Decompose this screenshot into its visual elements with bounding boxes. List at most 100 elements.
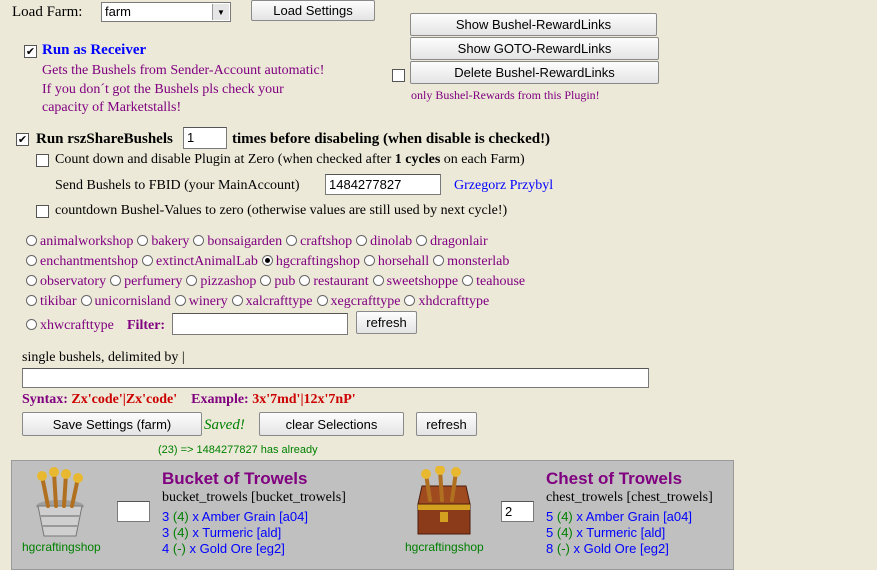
item-2-reward-3: 8 (-) x Gold Ore [eg2] — [546, 541, 669, 556]
load-farm-label: Load Farm: — [12, 4, 83, 20]
item-1-code: bucket_trowels [bucket_trowels] — [162, 490, 346, 505]
shop-radio-animalworkshop[interactable]: animalworkshop — [26, 234, 133, 249]
shop-radio-pub[interactable]: pub — [260, 274, 295, 289]
filter-refresh-button[interactable]: refresh — [356, 311, 417, 334]
chevron-down-icon: ▼ — [212, 4, 229, 20]
farm-select[interactable]: farm ▼ — [101, 2, 231, 22]
radio-button-icon[interactable] — [174, 295, 186, 306]
shop-radio-dragonlair[interactable]: dragonlair — [416, 234, 488, 249]
item-2-qty-input[interactable]: 2 — [501, 501, 534, 522]
radio-button-icon[interactable] — [193, 235, 205, 246]
shop-radio-monsterlab[interactable]: monsterlab — [433, 254, 509, 269]
times-input[interactable]: 1 — [183, 127, 227, 149]
shop-radio-row: enchantmentshop extinctAnimalLab hgcraftin… — [26, 254, 513, 270]
radio-button-icon[interactable] — [261, 255, 273, 266]
radio-button-icon[interactable] — [316, 295, 328, 306]
shop-radio-label: dragonlair — [430, 234, 488, 249]
shop-radio-label: dinolab — [370, 234, 413, 249]
shop-radio-bonsaigarden[interactable]: bonsaigarden — [193, 234, 282, 249]
shop-radio-label: xalcrafttype — [245, 294, 313, 309]
shop-radio-winery[interactable]: winery — [174, 294, 228, 309]
saved-status: Saved! — [204, 417, 245, 433]
save-settings-button[interactable]: Save Settings (farm) — [22, 412, 202, 436]
radio-button-icon[interactable] — [26, 319, 37, 330]
radio-button-icon[interactable] — [231, 295, 243, 306]
clear-selections-button[interactable]: clear Selections — [259, 412, 404, 436]
radio-button-icon[interactable] — [137, 235, 149, 246]
radio-button-icon[interactable] — [462, 275, 474, 286]
shop-radio-extinctanimallab[interactable]: extinctAnimalLab — [141, 254, 258, 269]
shop-radio-xegcrafttype[interactable]: xegcrafttype — [316, 294, 400, 309]
shop-radio-unicornisland[interactable]: unicornisland — [80, 294, 171, 309]
shop-radio-tikibar[interactable]: tikibar — [26, 294, 77, 309]
radio-button-icon[interactable] — [416, 235, 428, 246]
countdown-disable-checkbox[interactable] — [36, 154, 49, 167]
item-2-reward-1: 5 (4) x Amber Grain [a04] — [546, 509, 692, 524]
farm-select-value: farm — [105, 4, 131, 19]
receiver-desc-1: Gets the Bushels from Sender-Account aut… — [42, 63, 325, 78]
shop-radio-bakery[interactable]: bakery — [137, 234, 189, 249]
shop-radio-label: sweetshoppe — [386, 274, 459, 289]
radio-button-icon[interactable] — [141, 255, 153, 266]
radio-button-icon[interactable] — [299, 275, 311, 286]
refresh-button[interactable]: refresh — [416, 412, 477, 436]
shop-radio-pizzashop[interactable]: pizzashop — [186, 274, 256, 289]
radio-button-icon[interactable] — [286, 235, 298, 246]
radio-button-icon[interactable] — [26, 255, 37, 266]
item-2-title: Chest of Trowels — [546, 469, 683, 488]
show-bushel-rewardlinks-button[interactable]: Show Bushel-RewardLinks — [410, 13, 657, 36]
user-name-link[interactable]: Grzegorz Przybyl — [454, 178, 553, 194]
filter-input[interactable] — [172, 313, 348, 335]
run-as-receiver-checkbox[interactable]: ✔ — [24, 45, 37, 58]
radio-button-icon[interactable] — [363, 255, 375, 266]
shop-radio-sweetshoppe[interactable]: sweetshoppe — [372, 274, 459, 289]
item-1-reward-2: 3 (4) x Turmeric [ald] — [162, 525, 282, 540]
radio-button-icon[interactable] — [186, 275, 198, 286]
shop-radio-xalcrafttype[interactable]: xalcrafttype — [231, 294, 313, 309]
radio-button-icon[interactable] — [26, 275, 37, 286]
shop-radio-xhdcrafttype[interactable]: xhdcrafttype — [404, 294, 489, 309]
radio-button-icon[interactable] — [433, 255, 445, 266]
radio-button-icon[interactable] — [260, 275, 272, 286]
item-2-reward-2: 5 (4) x Turmeric [ald] — [546, 525, 666, 540]
run-share-bushels-checkbox[interactable]: ✔ — [16, 133, 29, 146]
shop-radio-label: monsterlab — [447, 254, 510, 269]
radio-button-icon[interactable] — [356, 235, 368, 246]
receiver-desc-3: capacity of Marketstalls! — [42, 100, 182, 115]
item-1-shop: hgcraftingshop — [22, 540, 101, 554]
send-bushels-label: Send Bushels to FBID (your MainAccount) — [55, 178, 300, 193]
shop-radio-perfumery[interactable]: perfumery — [110, 274, 182, 289]
show-goto-rewardlinks-button[interactable]: Show GOTO-RewardLinks — [410, 37, 659, 60]
load-settings-button[interactable]: Load Settings — [251, 0, 375, 21]
radio-button-icon[interactable] — [404, 295, 416, 306]
item-2-shop: hgcraftingshop — [405, 540, 484, 554]
shop-radio-hgcraftingshop[interactable]: hgcraftingshop — [261, 254, 360, 269]
countdown-values-checkbox[interactable] — [36, 205, 49, 218]
shop-radio-label: hgcraftingshop — [275, 254, 360, 269]
delete-rewardlinks-checkbox[interactable] — [392, 69, 405, 82]
radio-button-icon[interactable] — [26, 235, 37, 246]
shop-radio-dinolab[interactable]: dinolab — [356, 234, 412, 249]
shop-radio-horsehall[interactable]: horsehall — [363, 254, 430, 269]
item-1-qty-input[interactable] — [117, 501, 150, 522]
radio-button-icon[interactable] — [110, 275, 122, 286]
shop-radio-xhwcrafttype[interactable]: xhwcrafttype — [26, 318, 114, 333]
radio-button-icon[interactable] — [372, 275, 384, 286]
shop-radio-label: horsehall — [377, 254, 430, 269]
delete-bushel-rewardlinks-button[interactable]: Delete Bushel-RewardLinks — [410, 61, 659, 84]
shop-radio-label: pub — [274, 274, 296, 289]
shop-radio-restaurant[interactable]: restaurant — [299, 274, 369, 289]
shop-radio-observatory[interactable]: observatory — [26, 274, 106, 289]
radio-button-icon[interactable] — [80, 295, 92, 306]
single-bushels-input[interactable] — [22, 368, 649, 388]
shop-radio-label: enchantmentshop — [40, 254, 138, 269]
radio-button-icon[interactable] — [26, 295, 37, 306]
fbid-input[interactable]: 1484277827 — [325, 174, 441, 195]
shop-radio-enchantmentshop[interactable]: enchantmentshop — [26, 254, 138, 269]
shop-radio-teahouse[interactable]: teahouse — [462, 274, 525, 289]
shop-radio-craftshop[interactable]: craftshop — [286, 234, 352, 249]
shop-radio-label: unicornisland — [94, 294, 171, 309]
shop-radio-label: animalworkshop — [40, 234, 134, 249]
shop-radio-label: extinctAnimalLab — [155, 254, 258, 269]
item-1-title: Bucket of Trowels — [162, 469, 308, 488]
